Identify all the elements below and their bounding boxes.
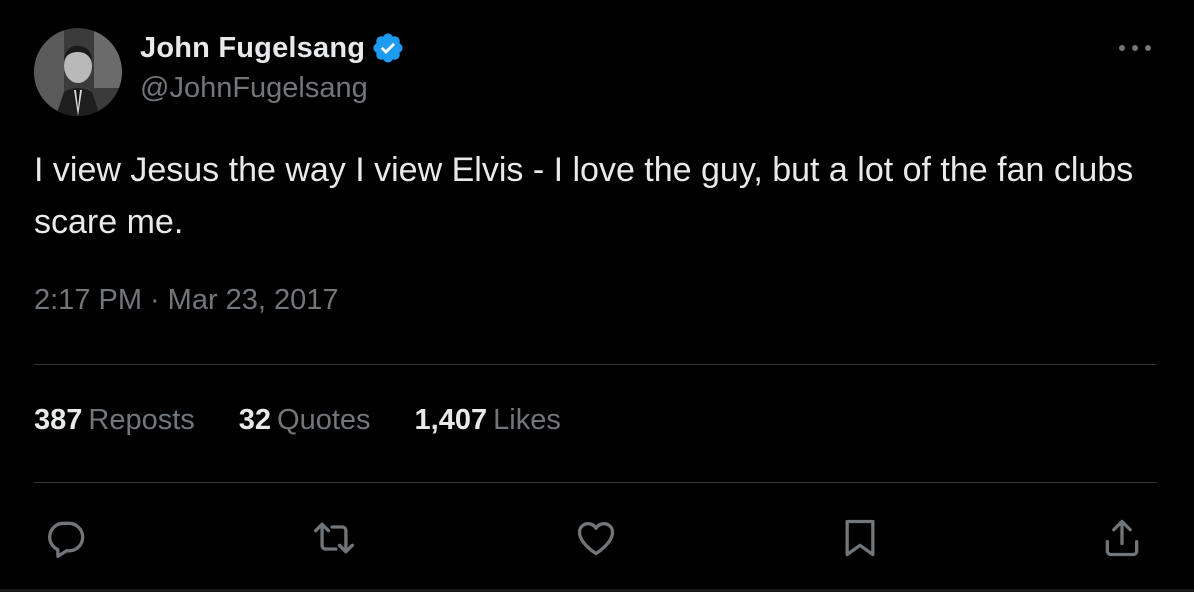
share-icon — [1105, 519, 1139, 557]
heart-icon — [577, 522, 615, 556]
reposts-count: 387 — [34, 404, 83, 436]
engagement-stats: 387 Reposts 32 Quotes 1,407 Likes — [34, 404, 605, 437]
avatar[interactable] — [34, 28, 122, 116]
repost-button[interactable] — [312, 516, 356, 560]
divider — [34, 482, 1157, 483]
likes-label: Likes — [493, 404, 561, 436]
author-handle[interactable]: @JohnFugelsang — [140, 72, 368, 105]
quotes-count: 32 — [238, 404, 272, 436]
repost-icon — [314, 522, 354, 554]
timestamp-separator: · — [150, 284, 160, 316]
verified-badge-icon[interactable] — [371, 31, 405, 65]
more-dots-icon[interactable] — [1115, 34, 1155, 62]
divider — [34, 364, 1157, 365]
author-display-name[interactable]: John Fugelsang — [140, 32, 365, 65]
author-name-row: John Fugelsang — [140, 28, 405, 68]
quotes-stat[interactable]: 32 Quotes — [239, 404, 371, 437]
tweet-time: 2:17 PM — [34, 284, 142, 316]
bookmark-button[interactable] — [838, 516, 882, 560]
likes-count: 1,407 — [414, 404, 488, 436]
share-button[interactable] — [1100, 516, 1144, 560]
tweet-timestamp[interactable]: 2:17 PM · Mar 23, 2017 — [34, 284, 339, 317]
like-button[interactable] — [574, 516, 618, 560]
reposts-label: Reposts — [88, 404, 195, 436]
quotes-label: Quotes — [277, 404, 371, 436]
avatar-image — [34, 28, 122, 116]
likes-stat[interactable]: 1,407 Likes — [415, 404, 561, 437]
reposts-stat[interactable]: 387 Reposts — [34, 404, 195, 437]
tweet-date: Mar 23, 2017 — [167, 284, 339, 316]
bookmark-icon — [845, 519, 875, 557]
tweet-text: I view Jesus the way I view Elvis - I lo… — [34, 151, 1143, 241]
reply-icon — [48, 521, 85, 558]
tweet-card: John Fugelsang @JohnFugelsang I view Jes… — [0, 0, 1194, 592]
reply-button[interactable] — [46, 516, 90, 560]
